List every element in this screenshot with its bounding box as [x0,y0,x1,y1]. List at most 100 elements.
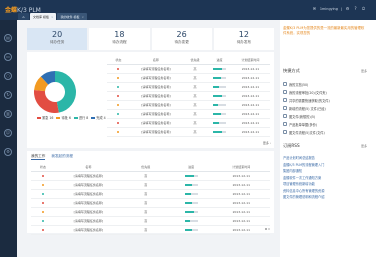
rss-item[interactable]: 图文件的管理说明和流程介绍 [283,194,367,201]
progress-cell [208,118,231,128]
table-row[interactable]: [请填写流程任务名称] 高 2013-12-11 [31,216,270,226]
settings-icon[interactable]: ⚙ [4,148,12,156]
date-cell: 2013-12-11 [212,198,270,208]
progress-cell [169,216,213,226]
document-icon[interactable]: ▤ [4,34,12,42]
search-icon[interactable]: ○ [4,72,12,80]
tab-my-work[interactable]: 我的工作 [31,154,46,160]
more-label: 更多 [262,141,269,145]
name-cell[interactable]: [请填写流程任务名称] [54,225,122,235]
rss-more-link[interactable]: 更多 [361,144,367,148]
name-cell[interactable]: [请填写流程任务名称] [54,198,122,208]
card-pending-flows[interactable]: 18 待办流程 [89,28,150,50]
mail-icon[interactable]: ✉ [312,6,317,11]
file-icon [283,122,287,126]
table-row[interactable]: [请填写流程任务名称] 高 2013-12-11 [107,73,270,83]
shortcuts-header: 快捷方式 更多 [283,68,367,74]
table-row[interactable]: [请填写流程任务名称] 高 2013-12-11 [107,82,270,92]
name-cell[interactable]: [请填写流程任务名称] [54,171,122,181]
date-cell: 2013-12-11 [212,189,270,199]
task-table-body: [请填写流程任务名称] 高 2013-12-11 [请填写流程任务名称] 高 2013-1… [107,64,270,137]
pager-dot[interactable] [265,228,267,230]
legend-label: 进行 8 [78,116,89,120]
power-icon[interactable]: ⏻ [361,6,366,11]
table-row[interactable]: [请填写流程任务名称] 高 2013-12-11 [107,109,270,119]
shortcut-item[interactable]: 图文件流程(5)文件(文件) [283,128,367,136]
card-pending-changes[interactable]: 26 待办变更 [151,28,212,50]
shortcut-label: 产品批单单据(多份) [289,122,317,127]
name-cell[interactable]: [请填写流程任务名称] [129,91,182,101]
close-icon[interactable]: × [51,15,54,19]
shortcuts-more-link[interactable]: 更多 [361,69,367,73]
shortcut-item[interactable]: 图文件(我想的)(5) [283,112,367,120]
tab-inbox[interactable]: 我的收件 模板 × [57,13,87,20]
table-row[interactable]: [请填写流程任务名称] 高 2013-12-11 [107,64,270,74]
table-row[interactable]: [请填写流程任务名称] 高 2013-12-11 [31,198,270,208]
shortcut-item[interactable]: 产品批单单据(多份) [283,120,367,128]
priority-cell: 高 [121,180,170,190]
shortcut-item[interactable]: 我的文档(50) [283,80,367,88]
date-cell: 2013-12-11 [212,207,270,217]
pie-slice-0-1[interactable] [55,71,76,113]
name-cell[interactable]: [请填写流程任务名称] [129,73,182,83]
name-cell[interactable]: [请填写流程任务名称] [54,216,122,226]
name-cell[interactable]: [请填写流程任务名称] [129,118,182,128]
progress-fill [184,175,194,177]
status-cell [31,189,55,199]
table-row[interactable]: [请填写流程任务名称] 高 2013-12-11 [107,91,270,101]
shortcut-item[interactable]: 我的流程审批(20)(文件夹) [283,88,367,96]
priority-cell: 高 [181,64,209,74]
chart-icon[interactable]: ▥ [4,110,12,118]
main-panel: 20 待办任务 18 待办流程 26 待办变更 12 待办发布 紧急 16 待批… [17,20,280,257]
table-row[interactable]: [请填写流程任务名称] 高 2013-12-11 [31,225,270,235]
file-icon [283,98,287,102]
table-row[interactable]: [请填写流程任务名称] 高 2013-12-11 [31,171,270,181]
flow-icon[interactable]: ↻ [4,91,12,99]
name-cell[interactable]: [请填写流程任务名称] [129,64,182,74]
name-cell[interactable]: [请填写流程任务名称] [129,109,182,119]
column-header: 进度 [169,163,213,172]
progress-cell [208,127,231,137]
date-cell: 2013-12-11 [230,91,270,101]
name-cell[interactable]: [请填写流程任务名称] [129,100,182,110]
table-row[interactable]: [请填写流程任务名称] 高 2013-12-11 [31,189,270,199]
user-icon[interactable]: ☺ [4,129,12,137]
pager [265,228,270,230]
name-cell[interactable]: [请填写流程任务名称] [54,207,122,217]
more-link[interactable]: 更多 › [263,141,271,145]
name-cell[interactable]: [请填写流程任务名称] [129,82,182,92]
pager-dot[interactable] [268,228,270,230]
progress-bar [212,86,226,88]
table-row[interactable]: [请填写流程任务名称] 高 2013-12-11 [107,127,270,137]
table-row[interactable]: [请填写流程任务名称] 高 2013-12-11 [107,118,270,128]
shortcut-item[interactable]: 共享的需要快速获取(的文件) [283,96,367,104]
gear-icon[interactable]: ⚙ [345,6,350,11]
card-pending-tasks[interactable]: 20 待办任务 [27,28,88,50]
card-pending-releases[interactable]: 12 待办发布 [213,28,274,50]
status-dot [41,210,44,213]
name-cell[interactable]: [请填写流程任务名称] [54,189,122,199]
column-header: 名称 [129,56,182,65]
folder-icon[interactable]: ▭ [4,53,12,61]
priority-cell: 高 [181,100,209,110]
progress-fill [212,131,223,133]
name-cell[interactable]: [请填写流程任务名称] [54,180,122,190]
pie-slice-紧急[interactable] [34,90,59,113]
table-row[interactable]: [请填写流程任务名称] 高 2013-12-11 [31,180,270,190]
legend-item: 待批 6 [56,115,71,120]
username[interactable]: 1mingying [320,7,338,11]
shortcut-label: 新增的流程(5) 文件(已经) [289,106,326,111]
column-header: 计划结束时间 [212,163,270,172]
status-dot [117,103,120,106]
home-tab[interactable]: ⌂ [18,13,29,20]
close-icon[interactable]: × [81,15,84,19]
name-cell[interactable]: [请填写流程任务名称] [129,127,182,137]
legend-item: 进行 8 [73,115,89,120]
table-row[interactable]: [请填写流程任务名称] 高 2013-12-11 [107,100,270,110]
tab-my-flows[interactable]: 我发起的流程 [51,154,73,160]
shortcut-item[interactable]: 新增的流程(5) 文件(已经) [283,104,367,112]
help-icon[interactable]: ? [353,6,358,11]
tab-document-library[interactable]: 文档库 模板 × [30,13,57,20]
table-row[interactable]: [请填写流程任务名称] 高 2013-12-11 [31,207,270,217]
priority-cell: 高 [121,198,170,208]
